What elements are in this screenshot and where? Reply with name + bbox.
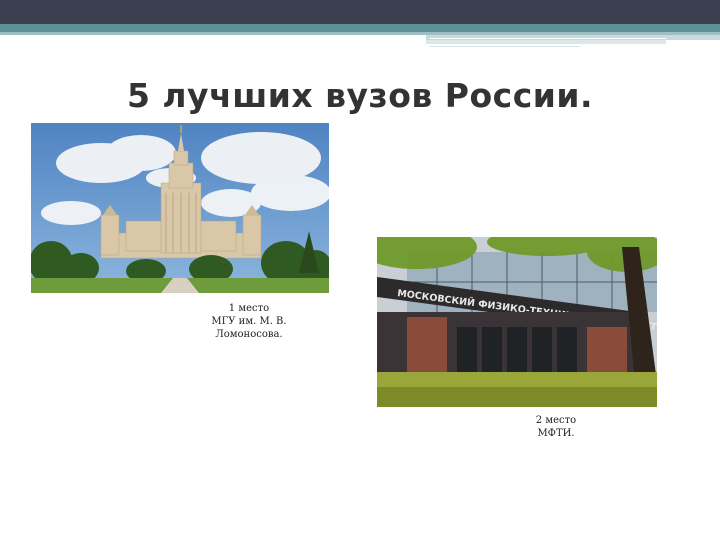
msu-building-photo	[31, 123, 329, 293]
header-divider-line	[430, 38, 666, 39]
caption-mipt-name: МФТИ.	[537, 428, 575, 439]
header-accent-strip-2	[426, 40, 666, 44]
caption-mipt: 2 место МФТИ.	[520, 414, 592, 440]
caption-msu-name-line1: МГУ им. М. В.	[211, 316, 287, 327]
caption-msu-name-line2: Ломоносова.	[215, 329, 283, 340]
slide-title: 5 лучших вузов России.	[126, 76, 594, 115]
header-divider-line-2	[430, 46, 580, 47]
mipt-building-photo: МОСКОВСКИЙ ФИЗИКО-ТЕХНИЧЕСКИЙ ИНСТИТУТ	[377, 237, 657, 407]
caption-msu: 1 место МГУ им. М. В. Ломоносова.	[186, 302, 312, 341]
caption-msu-rank: 1 место	[228, 303, 270, 314]
header-teal-band	[0, 24, 720, 32]
header-dark-band	[0, 0, 720, 24]
caption-mipt-rank: 2 место	[535, 415, 577, 426]
